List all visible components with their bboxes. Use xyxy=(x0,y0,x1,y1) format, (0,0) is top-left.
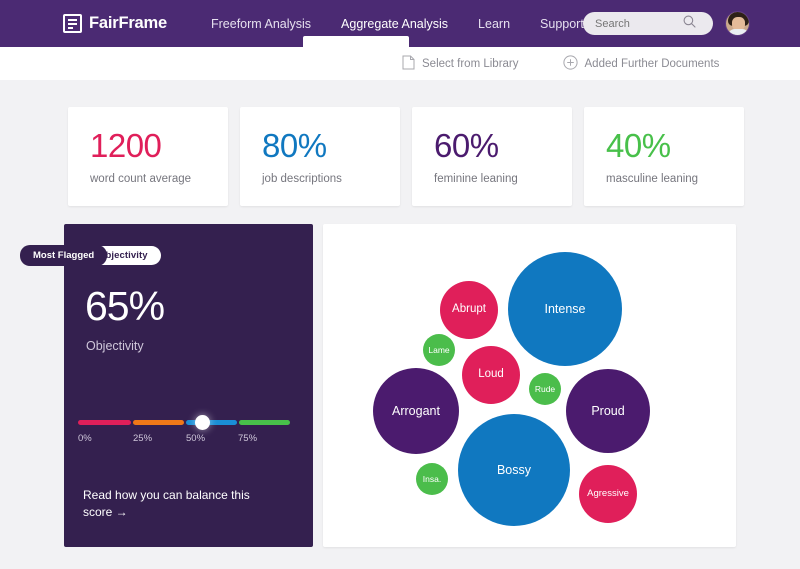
avatar-body xyxy=(728,29,749,35)
bubble-loud[interactable]: Loud xyxy=(462,346,520,404)
bubble-bossy[interactable]: Bossy xyxy=(458,414,570,526)
nav-link-learn[interactable]: Learn xyxy=(476,13,512,35)
bubble-label: Bossy xyxy=(496,462,532,477)
added-further-documents-label: Added Further Documents xyxy=(584,57,720,70)
plus-circle-icon xyxy=(562,54,578,73)
bubble-lame[interactable]: Lame xyxy=(423,334,455,366)
brand-name: FairFrame xyxy=(89,14,167,32)
bubble-label: Proud xyxy=(591,403,625,418)
bubble-arrogant[interactable]: Arrogant xyxy=(373,368,459,454)
bubble-proud[interactable]: Proud xyxy=(566,369,650,453)
stat-value: 80% xyxy=(262,127,327,164)
slider-knob[interactable] xyxy=(195,415,210,430)
bubble-label: Lame xyxy=(428,344,450,355)
bubble-insa[interactable]: Insa. xyxy=(416,463,448,495)
slider-segment-0 xyxy=(78,420,131,425)
objectivity-slider[interactable]: 0% 25% 50% 75% xyxy=(78,415,290,447)
bubble-rude[interactable]: Rude xyxy=(529,373,561,405)
stat-value: 1200 xyxy=(90,127,162,164)
stat-label: feminine leaning xyxy=(434,173,518,185)
objectivity-value: 65% xyxy=(85,283,165,329)
stat-cards: 1200 word count average 80% job descript… xyxy=(68,107,744,206)
most-flagged-badge: Most Flagged xyxy=(20,245,108,266)
bubble-label: Agressive xyxy=(587,488,629,500)
slider-segment-3 xyxy=(239,420,290,425)
bubble-label: Insa. xyxy=(422,473,442,484)
stat-label: job descriptions xyxy=(262,173,342,185)
bubble-label: Intense xyxy=(544,301,586,316)
bubble-abrupt[interactable]: Abrupt xyxy=(440,281,498,339)
stat-card-feminine-leaning[interactable]: 60% feminine leaning xyxy=(412,107,572,206)
stat-card-word-count[interactable]: 1200 word count average xyxy=(68,107,228,206)
select-from-library-label: Select from Library xyxy=(422,57,519,70)
stat-card-job-descriptions[interactable]: 80% job descriptions xyxy=(240,107,400,206)
objectivity-label: Objectivity xyxy=(86,339,144,353)
nav-link-freeform-analysis[interactable]: Freeform Analysis xyxy=(209,13,313,35)
top-navbar: FairFrame Freeform Analysis Aggregate An… xyxy=(0,0,800,47)
fairframe-logo-icon xyxy=(63,14,82,33)
app-root: FairFrame Freeform Analysis Aggregate An… xyxy=(0,0,800,569)
brand-logo[interactable]: FairFrame xyxy=(63,14,167,33)
search-icon[interactable] xyxy=(683,15,696,33)
slider-tick-75: 75% xyxy=(238,433,258,444)
slider-tick-25: 25% xyxy=(133,433,153,444)
search-input[interactable] xyxy=(595,17,681,30)
bubble-intense[interactable]: Intense xyxy=(508,252,622,366)
bubble-label: Rude xyxy=(534,383,556,394)
stat-label: word count average xyxy=(90,173,192,185)
nav-link-aggregate-analysis[interactable]: Aggregate Analysis xyxy=(339,13,450,35)
slider-tick-0: 0% xyxy=(78,433,92,444)
bubble-label: Abrupt xyxy=(452,303,486,316)
added-further-documents-button[interactable]: Added Further Documents xyxy=(562,54,720,73)
stat-label: masculine leaning xyxy=(606,173,699,185)
nav-link-support[interactable]: Support xyxy=(538,13,586,35)
stat-value: 40% xyxy=(606,127,671,164)
slider-segment-2 xyxy=(186,420,237,425)
slider-segment-1 xyxy=(133,420,184,425)
nav-links: Freeform Analysis Aggregate Analysis Lea… xyxy=(209,13,586,35)
bubble-label: Loud xyxy=(478,368,504,381)
active-tab-indicator xyxy=(303,36,409,47)
stat-card-masculine-leaning[interactable]: 40% masculine leaning xyxy=(584,107,744,206)
bubble-label: Arrogant xyxy=(392,403,440,418)
document-toolbar: Select from Library Added Further Docume… xyxy=(0,47,800,80)
bubble-agressive[interactable]: Agressive xyxy=(579,465,637,523)
search-box[interactable] xyxy=(583,12,713,35)
slider-ticks: 0% 25% 50% 75% xyxy=(78,433,290,447)
slider-tick-50: 50% xyxy=(186,433,206,444)
user-avatar[interactable] xyxy=(725,11,750,36)
select-from-library-button[interactable]: Select from Library xyxy=(402,55,519,73)
document-icon xyxy=(402,55,415,73)
slider-track[interactable] xyxy=(78,415,290,430)
stat-value: 60% xyxy=(434,127,499,164)
balance-score-link[interactable]: Read how you can balance this score → xyxy=(83,487,253,521)
